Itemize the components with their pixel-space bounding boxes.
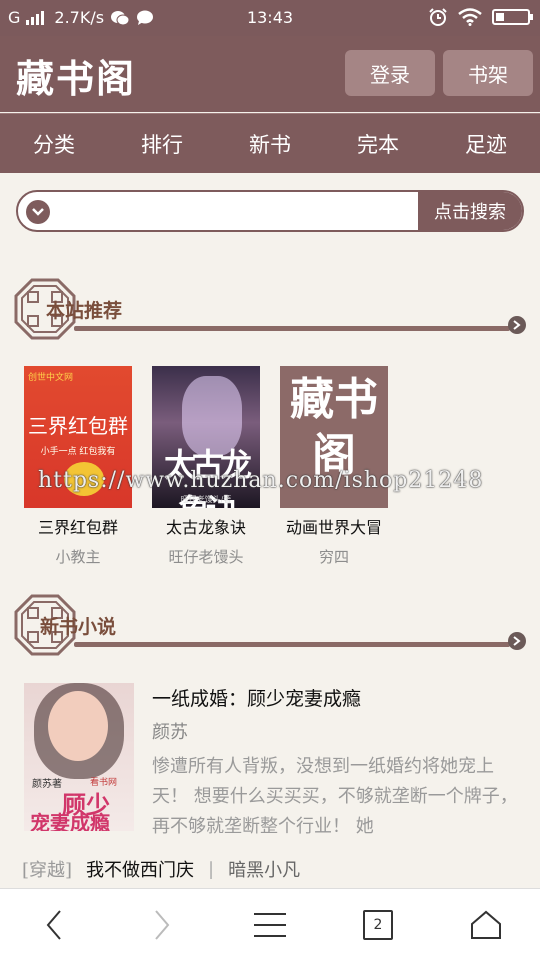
cover-title: 宠妻成瘾 — [30, 811, 110, 831]
forward-icon — [155, 909, 170, 940]
tab-count: 2 — [373, 916, 383, 933]
site-header: 藏书阁 登录 书架 — [0, 36, 540, 112]
list-item[interactable]: [穿越] 我不做西门庆 | 暗黑小凡 — [22, 856, 300, 882]
nav-item-ranking[interactable]: 排行 — [108, 114, 216, 173]
book-card[interactable]: 藏书阁 动画世界大冒 穷四 — [279, 366, 389, 567]
list-author: 暗黑小凡 — [228, 860, 301, 881]
list-category[interactable]: [穿越] — [22, 856, 72, 882]
watermark: https://www.huzhan.com/ishop21248 — [38, 468, 484, 493]
cover-subtitle: 小手一点 红包我有 — [40, 447, 116, 457]
book-author: 小教主 — [55, 548, 101, 566]
site-logo[interactable]: 藏书阁 — [16, 48, 136, 103]
book-title[interactable]: 动画世界大冒 — [279, 514, 389, 538]
search-input[interactable] — [58, 192, 418, 230]
cover-publisher: 创世中文网 — [28, 373, 74, 383]
list-separator: | — [208, 858, 215, 880]
cover-author: 颜苏著 — [32, 779, 62, 790]
tabs-button[interactable]: 2 — [324, 889, 432, 960]
book-author: 穷四 — [318, 548, 349, 566]
book-card[interactable]: 太古龙象诀 旺仔老馒头/著 太古龙象诀 旺仔老馒头 — [151, 366, 261, 567]
status-bar: G 2.7K/s 13:43 — [0, 0, 540, 36]
novel-description: 惨遭所有人背叛，没想到一纸婚约将她宠上天！ 想要什么买买买，不够就垄断一个牌子，… — [152, 756, 518, 837]
book-card[interactable]: 创世中文网 三界红包群 小手一点 红包我有 三界红包群 小教主 — [23, 366, 133, 567]
wifi-icon — [458, 8, 482, 26]
back-icon — [46, 909, 61, 940]
cover-title: 三界红包群 — [28, 414, 128, 438]
menu-button[interactable] — [216, 889, 324, 960]
novel-author: 颜苏 — [152, 722, 188, 743]
bookshelf-button[interactable]: 书架 — [443, 50, 533, 96]
cover-author: 旺仔老馒头/著 — [180, 495, 232, 504]
nav-item-new[interactable]: 新书 — [216, 114, 324, 173]
login-button[interactable]: 登录 — [345, 50, 435, 96]
section-title: 本站推荐 — [46, 300, 123, 322]
battery-icon — [492, 9, 533, 25]
search-bar: 点击搜索 — [16, 190, 524, 232]
chevron-down-icon[interactable] — [26, 200, 50, 224]
nav-item-history[interactable]: 足迹 — [432, 114, 540, 173]
menu-icon — [254, 912, 286, 937]
back-button[interactable] — [0, 889, 108, 960]
main-nav: 分类 排行 新书 完本 足迹 — [0, 113, 540, 173]
home-button[interactable] — [432, 889, 540, 960]
recommend-section-header: 本站推荐 — [14, 278, 526, 340]
section-title: 新书小说 — [40, 616, 117, 638]
newbooks-section-header: 新书小说 — [14, 594, 526, 656]
tabs-icon: 2 — [363, 909, 393, 940]
chevron-right-icon[interactable] — [508, 316, 526, 334]
nav-item-category[interactable]: 分类 — [0, 114, 108, 173]
book-title[interactable]: 三界红包群 — [23, 514, 133, 538]
section-divider — [74, 326, 510, 331]
novel-cover[interactable]: 颜苏著 看书网 顾少 宠妻成瘾 — [24, 683, 134, 831]
alarm-icon — [429, 8, 447, 26]
browser-bottom-bar: 2 — [0, 888, 540, 960]
forward-button[interactable] — [108, 889, 216, 960]
novel-title[interactable]: 一纸成婚：顾少宠妻成瘾 — [152, 684, 361, 711]
cover-face — [48, 691, 108, 761]
section-divider — [74, 642, 510, 647]
nav-item-finished[interactable]: 完本 — [324, 114, 432, 173]
book-title[interactable]: 太古龙象诀 — [151, 514, 261, 538]
home-icon — [471, 910, 501, 939]
list-title[interactable]: 我不做西门庆 — [86, 856, 194, 882]
status-right — [428, 7, 533, 27]
book-author: 旺仔老馒头 — [168, 548, 244, 566]
search-button[interactable]: 点击搜索 — [418, 192, 522, 230]
chevron-right-icon[interactable] — [508, 632, 526, 650]
